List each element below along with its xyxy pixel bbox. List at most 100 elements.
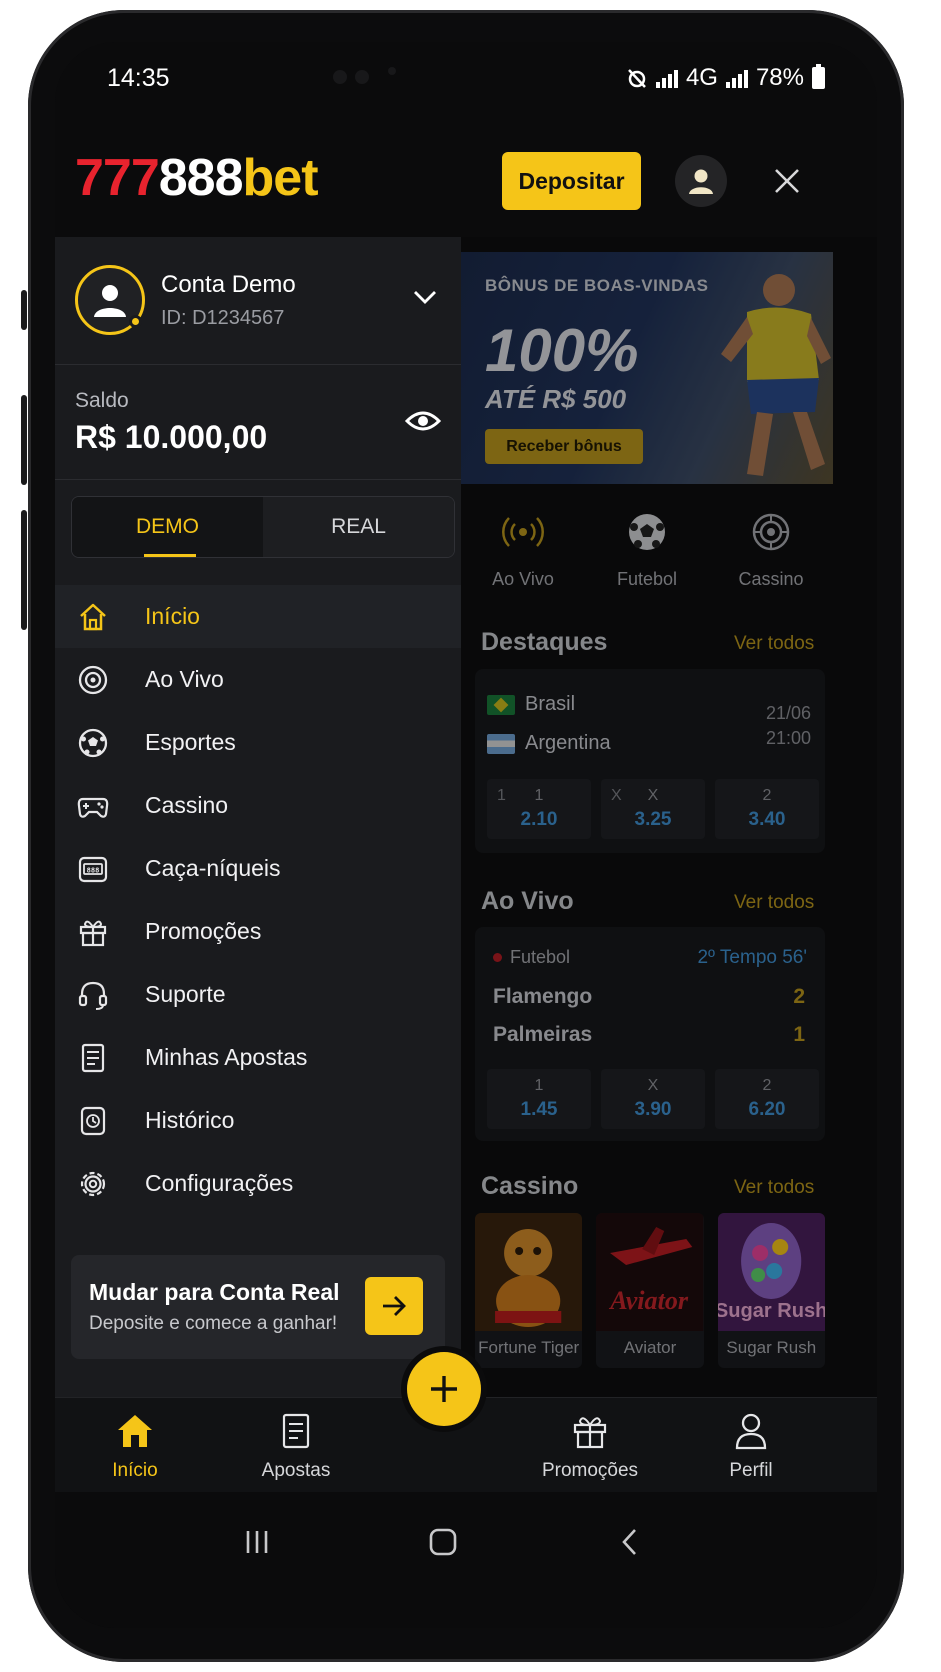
casino-see-all-link[interactable]: Ver todos bbox=[734, 1177, 814, 1199]
odd-button-away[interactable]: 2 6.20 bbox=[715, 1069, 819, 1129]
home-icon bbox=[80, 603, 106, 631]
back-chevron-icon bbox=[622, 1529, 636, 1555]
tab-real[interactable]: REAL bbox=[263, 497, 454, 557]
odd-button-home[interactable]: 1 1.45 bbox=[487, 1069, 591, 1129]
odd-key: 2 bbox=[762, 1077, 772, 1094]
claim-bonus-button[interactable]: Receber bônus bbox=[485, 429, 643, 464]
team-score: 1 bbox=[793, 1023, 805, 1046]
sugar-rush-art: Sugar Rush bbox=[717, 1213, 825, 1331]
drawer-menu: Início Ao Vivo Esportes Cassino 888 Caça… bbox=[55, 585, 461, 1215]
home-system-button[interactable] bbox=[413, 1522, 473, 1562]
alarm-off-icon bbox=[628, 69, 646, 88]
game-card-sugar-rush[interactable]: Sugar Rush Sugar Rush bbox=[717, 1213, 825, 1368]
nav-label: Apostas bbox=[261, 1460, 331, 1481]
plus-icon bbox=[431, 1376, 457, 1402]
gift-icon bbox=[79, 920, 107, 947]
system-navigation-bar bbox=[55, 1492, 877, 1628]
account-status-dot bbox=[129, 315, 142, 328]
quick-link-label: Futebol bbox=[616, 569, 678, 589]
screen: 14:35 4G 78% 777888bet Depositar BÔNUS D… bbox=[55, 42, 877, 1628]
welcome-bonus-banner[interactable]: BÔNUS DE BOAS-VINDAS 100% ATÉ R$ 500 Rec… bbox=[461, 252, 833, 484]
quick-links: Ao Vivo Futebol Cassino bbox=[461, 509, 833, 599]
bottom-nav-perfil[interactable]: Perfil bbox=[681, 1410, 821, 1482]
team-name: Palmeiras bbox=[493, 1023, 593, 1046]
menu-item-promocoes[interactable]: Promoções bbox=[55, 900, 461, 963]
odd-button-home[interactable]: 1 1 2.10 bbox=[487, 779, 591, 839]
menu-item-label: Caça-níqueis bbox=[145, 855, 281, 881]
account-selector[interactable]: Conta Demo ID: D1234567 bbox=[55, 237, 461, 365]
game-label: Aviator bbox=[623, 1338, 677, 1357]
phone-volume-down bbox=[21, 510, 27, 630]
gift-icon bbox=[573, 1417, 607, 1449]
slot-machine-icon: 888 bbox=[78, 856, 108, 883]
menu-item-ao-vivo[interactable]: Ao Vivo bbox=[55, 648, 461, 711]
menu-item-historico[interactable]: Histórico bbox=[55, 1089, 461, 1152]
brand-logo[interactable]: 777888bet bbox=[75, 148, 319, 208]
soccer-player-image bbox=[721, 274, 831, 476]
deposit-button[interactable]: Depositar bbox=[502, 152, 641, 210]
team-name: Flamengo bbox=[493, 985, 593, 1008]
casino-section-title: Cassino bbox=[481, 1172, 579, 1200]
menu-item-caca-niqueis[interactable]: 888 Caça-níqueis bbox=[55, 837, 461, 900]
home-team: Brasil bbox=[487, 693, 575, 716]
menu-item-cassino[interactable]: Cassino bbox=[55, 774, 461, 837]
account-mode-tabs: DEMO REAL bbox=[71, 496, 455, 558]
odd-value: 3.90 bbox=[634, 1099, 672, 1120]
quick-link-casino[interactable]: Cassino bbox=[709, 509, 833, 599]
home-score-row: Flamengo 2 bbox=[493, 985, 805, 1009]
live-match-card[interactable]: Futebol 2º Tempo 56' Flamengo 2 Palmeiras… bbox=[475, 927, 825, 1141]
menu-item-esportes[interactable]: Esportes bbox=[55, 711, 461, 774]
balance-value: R$ 10.000,00 bbox=[75, 419, 268, 455]
chevron-down-icon[interactable] bbox=[411, 287, 439, 307]
eye-icon[interactable] bbox=[405, 407, 441, 435]
status-time: 14:35 bbox=[107, 64, 170, 92]
quick-link-live[interactable]: Ao Vivo bbox=[461, 509, 585, 599]
odd-button-draw[interactable]: X X 3.25 bbox=[601, 779, 705, 839]
odds-row: 1 1 2.10 X X 3.25 2 3.40 bbox=[487, 779, 819, 839]
game-card-aviator[interactable]: Aviator Aviator bbox=[596, 1213, 704, 1368]
menu-item-minhas-apostas[interactable]: Minhas Apostas bbox=[55, 1026, 461, 1089]
tab-demo[interactable]: DEMO bbox=[72, 497, 263, 557]
banner-subtitle: BÔNUS DE BOAS-VINDAS bbox=[485, 276, 709, 295]
status-icons: 4G 78% bbox=[626, 64, 825, 92]
banner-percentage: 100% bbox=[485, 317, 639, 384]
document-icon bbox=[282, 1413, 310, 1449]
bottom-nav-promocoes[interactable]: Promoções bbox=[520, 1410, 660, 1482]
switch-to-real-button[interactable] bbox=[365, 1277, 423, 1335]
live-see-all-link[interactable]: Ver todos bbox=[734, 892, 814, 914]
bottom-nav-inicio[interactable]: Início bbox=[65, 1410, 205, 1482]
highlight-match-card[interactable]: Brasil Argentina 21/06 21:00 1 1 2.10 X X 3.… bbox=[475, 669, 825, 853]
odd-button-away[interactable]: 2 3.40 bbox=[715, 779, 819, 839]
odd-key: 2 bbox=[762, 787, 772, 804]
team-score: 2 bbox=[793, 985, 805, 1008]
highlights-see-all-link[interactable]: Ver todos bbox=[734, 633, 814, 655]
quick-link-football[interactable]: Futebol bbox=[585, 509, 709, 599]
banner-amount: ATÉ R$ 500 bbox=[485, 384, 627, 414]
bottom-nav-apostas[interactable]: Apostas bbox=[226, 1410, 366, 1482]
menu-item-suporte[interactable]: Suporte bbox=[55, 963, 461, 1026]
recent-apps-button[interactable] bbox=[227, 1522, 287, 1562]
match-time: 21:00 bbox=[765, 728, 811, 748]
menu-item-configuracoes[interactable]: Configurações bbox=[55, 1152, 461, 1215]
close-menu-button[interactable] bbox=[767, 161, 807, 201]
menu-item-inicio[interactable]: Início bbox=[55, 585, 461, 648]
live-dot-icon bbox=[493, 953, 502, 962]
aviator-art: Aviator bbox=[596, 1213, 704, 1331]
svg-text:888: 888 bbox=[87, 867, 100, 875]
back-system-button[interactable] bbox=[600, 1522, 660, 1562]
team-name: Brasil bbox=[525, 693, 576, 715]
signal-icon bbox=[655, 68, 678, 88]
headset-icon bbox=[78, 981, 108, 1010]
odd-value: 3.25 bbox=[634, 809, 672, 830]
quick-link-label: Cassino bbox=[738, 569, 804, 589]
add-bet-fab-button[interactable] bbox=[407, 1352, 481, 1426]
gamepad-icon bbox=[77, 797, 109, 818]
menu-item-label: Cassino bbox=[145, 792, 229, 818]
phone-side-button bbox=[21, 290, 27, 330]
odd-button-draw[interactable]: X 3.90 bbox=[601, 1069, 705, 1129]
switch-to-real-card[interactable]: Mudar para Conta Real Deposite e comece … bbox=[71, 1255, 445, 1359]
profile-avatar-button[interactable] bbox=[675, 155, 727, 207]
game-card-fortune-tiger[interactable]: Fortune Tiger bbox=[475, 1213, 583, 1368]
arrow-right-icon bbox=[383, 1296, 406, 1316]
menu-item-label: Histórico bbox=[145, 1107, 235, 1133]
